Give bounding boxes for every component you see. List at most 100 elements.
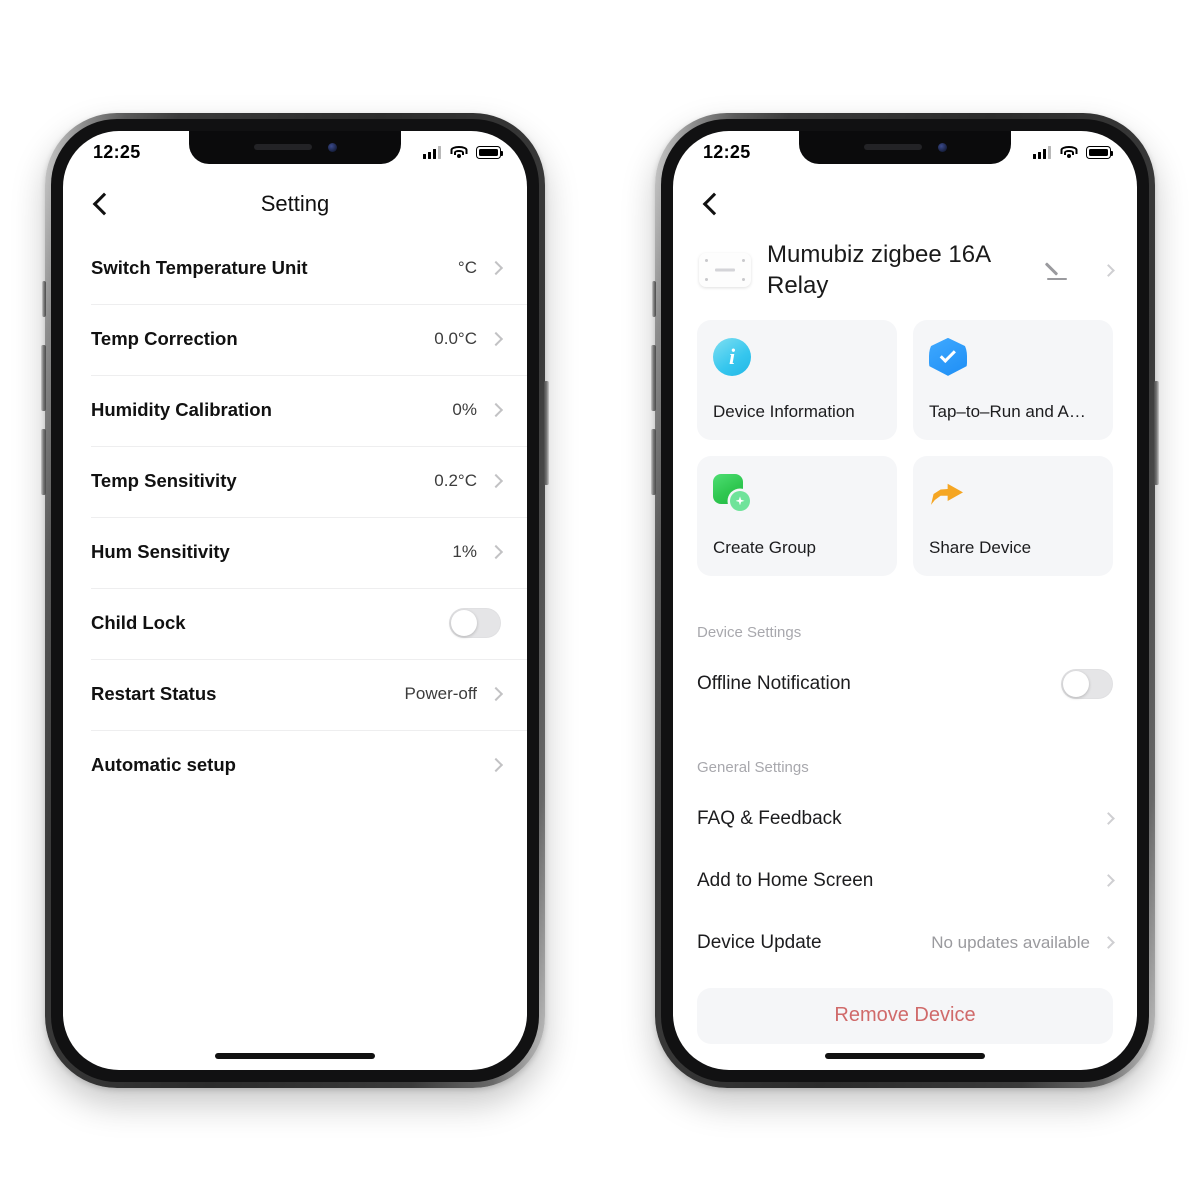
list-item-label: Child Lock: [91, 612, 186, 633]
list-item-restart-status[interactable]: Restart Status Power-off: [63, 658, 527, 730]
status-bar-right: 12:25: [673, 131, 1137, 175]
phone-right: 12:25 Mumubiz zigbee 16A Relay i Device …: [651, 112, 1159, 1088]
list-item-humidity-calibration[interactable]: Humidity Calibration 0%: [63, 374, 527, 446]
shield-check-icon: [929, 337, 967, 376]
volume-up-button[interactable]: [651, 344, 656, 411]
list-item-add-to-home-screen[interactable]: Add to Home Screen: [673, 850, 1137, 912]
device-name: Mumubiz zigbee 16A Relay: [767, 240, 990, 300]
list-item-value: Power-off: [404, 684, 477, 703]
card-device-information[interactable]: i Device Information: [697, 319, 897, 440]
list-item-label: Device Update: [697, 931, 822, 953]
mute-switch-button[interactable]: [652, 280, 656, 317]
phone-left-bezel: 12:25 Setting Switch Temperature Unit °C…: [51, 118, 539, 1082]
chevron-right-icon: [1102, 936, 1115, 950]
chevron-right-icon: [488, 544, 504, 560]
device-header[interactable]: Mumubiz zigbee 16A Relay: [673, 233, 1137, 320]
wifi-icon: [1060, 146, 1077, 159]
home-indicator[interactable]: [825, 1052, 985, 1059]
list-item-automatic-setup[interactable]: Automatic setup: [63, 729, 527, 801]
battery-icon: [476, 146, 504, 159]
list-item-label: Temp Sensitivity: [91, 470, 237, 491]
nav-bar-right: [673, 175, 1137, 233]
list-item-device-update[interactable]: Device Update No updates available: [673, 912, 1137, 974]
signal-icon: [423, 146, 441, 159]
volume-up-button[interactable]: [41, 344, 46, 411]
list-item-label: Offline Notification: [697, 672, 851, 694]
create-group-icon: [713, 473, 751, 512]
phone-left-screen: 12:25 Setting Switch Temperature Unit °C…: [63, 130, 527, 1070]
child-lock-toggle[interactable]: [449, 608, 501, 638]
section-title-general-settings: General Settings: [697, 758, 809, 776]
list-item-child-lock[interactable]: Child Lock: [63, 587, 527, 659]
back-chevron-icon[interactable]: [89, 191, 115, 217]
status-bar-left: 12:25: [63, 131, 527, 175]
chevron-right-icon: [1102, 263, 1115, 277]
chevron-right-icon: [488, 473, 504, 489]
volume-down-button[interactable]: [41, 428, 46, 495]
chevron-right-icon: [488, 331, 504, 347]
phone-right-screen: 12:25 Mumubiz zigbee 16A Relay i Device …: [673, 130, 1137, 1070]
nav-bar-left: Setting: [63, 175, 527, 233]
card-label: Share Device: [929, 537, 1032, 557]
chevron-right-icon: [1102, 874, 1115, 888]
list-item-value: 0%: [452, 400, 477, 419]
list-item-value: 1%: [452, 542, 477, 561]
list-item-label: Humidity Calibration: [91, 399, 272, 420]
phone-left: 12:25 Setting Switch Temperature Unit °C…: [41, 112, 549, 1088]
share-arrow-icon: [929, 474, 967, 512]
list-item-faq-feedback[interactable]: FAQ & Feedback: [673, 788, 1137, 850]
status-indicators: [423, 146, 504, 159]
action-card-grid: i Device Information Tap–to–Run and A… C…: [673, 319, 1137, 602]
signal-icon: [1033, 146, 1051, 159]
chevron-right-icon: [488, 686, 504, 702]
remove-device-button[interactable]: Remove Device: [697, 987, 1113, 1044]
power-button[interactable]: [544, 380, 549, 485]
mute-switch-button[interactable]: [42, 280, 46, 317]
list-item-value: 0.0°C: [434, 329, 477, 348]
page-title: Setting: [260, 190, 330, 216]
back-chevron-icon[interactable]: [699, 191, 725, 217]
settings-list: Switch Temperature Unit °C Temp Correcti…: [63, 232, 527, 801]
list-item-value: 0.2°C: [434, 471, 477, 490]
card-label: Tap–to–Run and A…: [929, 401, 1086, 421]
list-item-switch-temperature-unit[interactable]: Switch Temperature Unit °C: [63, 232, 527, 304]
phone-right-bezel: 12:25 Mumubiz zigbee 16A Relay i Device …: [661, 118, 1149, 1082]
chevron-right-icon: [488, 402, 504, 418]
list-item-hum-sensitivity[interactable]: Hum Sensitivity 1%: [63, 516, 527, 588]
chevron-right-icon: [488, 757, 504, 773]
list-item-label: Temp Correction: [91, 328, 238, 349]
list-item-temp-correction[interactable]: Temp Correction 0.0°C: [63, 303, 527, 375]
list-item-value: °C: [457, 258, 477, 277]
card-label: Create Group: [713, 537, 816, 557]
list-item-value: No updates available: [931, 932, 1090, 952]
card-create-group[interactable]: Create Group: [697, 455, 897, 576]
list-item-temp-sensitivity[interactable]: Temp Sensitivity 0.2°C: [63, 445, 527, 517]
list-item-label: Restart Status: [91, 683, 217, 704]
card-tap-to-run-and-automation[interactable]: Tap–to–Run and A…: [913, 319, 1113, 440]
home-indicator[interactable]: [215, 1052, 375, 1059]
offline-notification-toggle[interactable]: [1061, 668, 1113, 699]
list-item-label: Hum Sensitivity: [91, 541, 230, 562]
card-label: Device Information: [713, 401, 855, 421]
list-item-offline-notification[interactable]: Offline Notification: [673, 653, 1137, 715]
status-time: 12:25: [93, 142, 141, 162]
pencil-icon[interactable]: [1044, 258, 1070, 282]
phones-stage: 12:25 Setting Switch Temperature Unit °C…: [0, 0, 1200, 1200]
device-settings-body: Mumubiz zigbee 16A Relay i Device Inform…: [673, 233, 1137, 1070]
wifi-icon: [450, 146, 467, 159]
list-item-label: FAQ & Feedback: [697, 807, 842, 829]
info-circle-icon: i: [713, 337, 751, 376]
chevron-right-icon: [1102, 812, 1115, 826]
status-indicators: [1033, 146, 1114, 159]
card-share-device[interactable]: Share Device: [913, 455, 1113, 576]
list-item-label: Switch Temperature Unit: [91, 257, 308, 278]
power-button[interactable]: [1154, 380, 1159, 485]
chevron-right-icon: [488, 260, 504, 276]
battery-icon: [1086, 146, 1114, 159]
volume-down-button[interactable]: [651, 428, 656, 495]
relay-module-icon: [699, 253, 751, 288]
list-item-label: Add to Home Screen: [697, 869, 874, 891]
list-item-label: Automatic setup: [91, 754, 236, 775]
section-title-device-settings: Device Settings: [697, 623, 802, 641]
status-time: 12:25: [703, 142, 751, 162]
